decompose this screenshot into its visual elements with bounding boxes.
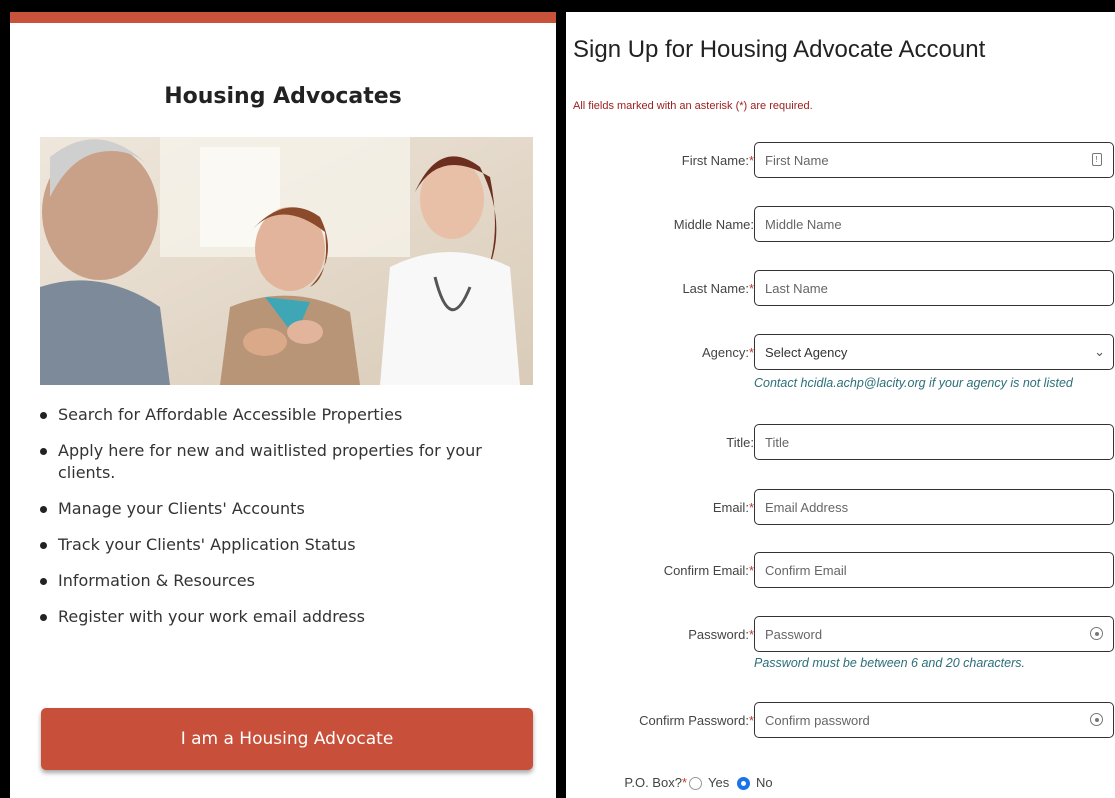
last-name-input[interactable] <box>754 270 1114 306</box>
feature-item: Apply here for new and waitlisted proper… <box>38 440 538 484</box>
confirm-email-row: Confirm Email:* <box>566 552 1115 588</box>
po-box-label: P.O. Box?* <box>624 775 687 790</box>
email-row: Email:* <box>566 489 1115 525</box>
password-reveal-icon[interactable] <box>1090 713 1103 726</box>
po-box-no-radio[interactable] <box>737 777 750 790</box>
first-name-row: First Name:* ! <box>566 142 1115 178</box>
title-row: Title: <box>566 424 1115 460</box>
feature-item: Information & Resources <box>38 570 538 592</box>
feature-item: Manage your Clients' Accounts <box>38 498 538 520</box>
feature-item: Register with your work email address <box>38 606 538 628</box>
required-fields-note: All fields marked with an asterisk (*) a… <box>573 100 813 112</box>
title-input[interactable] <box>754 424 1114 460</box>
signup-form-panel: Sign Up for Housing Advocate Account All… <box>566 12 1115 798</box>
last-name-row: Last Name:* <box>566 270 1115 306</box>
panel-heading: Housing Advocates <box>164 84 402 109</box>
email-label: Email:* <box>712 500 754 515</box>
first-name-input[interactable] <box>754 142 1114 178</box>
advocates-photo <box>40 137 533 385</box>
housing-advocates-panel: Housing Advocates Search for Affordable … <box>10 12 556 798</box>
password-label: Password:* <box>688 627 754 642</box>
confirm-email-input[interactable] <box>754 552 1114 588</box>
password-input[interactable] <box>754 616 1114 652</box>
feature-item: Track your Clients' Application Status <box>38 534 538 556</box>
photo-illustration <box>40 137 533 385</box>
contact-card-icon: ! <box>1090 153 1103 166</box>
email-input[interactable] <box>754 489 1114 525</box>
first-name-label: First Name:* <box>681 153 754 168</box>
confirm-password-label: Confirm Password:* <box>639 713 754 728</box>
agency-selected-value: Select Agency <box>765 344 848 360</box>
confirm-password-input[interactable] <box>754 702 1114 738</box>
password-reveal-icon[interactable] <box>1090 627 1103 640</box>
accent-bar <box>10 12 556 23</box>
confirm-email-label: Confirm Email:* <box>663 563 754 578</box>
feature-item: Search for Affordable Accessible Propert… <box>38 404 538 426</box>
title-label: Title: <box>726 435 754 450</box>
agency-label: Agency:* <box>701 345 754 360</box>
chevron-down-icon: ⌄ <box>1094 344 1105 359</box>
po-box-no-label: No <box>756 775 773 790</box>
po-box-yes-radio[interactable] <box>689 777 702 790</box>
middle-name-label: Middle Name: <box>673 217 754 232</box>
middle-name-row: Middle Name: <box>566 206 1115 242</box>
password-row: Password:* Password must be between 6 an… <box>566 616 1115 670</box>
feature-list: Search for Affordable Accessible Propert… <box>38 404 538 642</box>
confirm-password-row: Confirm Password:* <box>566 702 1115 738</box>
housing-advocate-button[interactable]: I am a Housing Advocate <box>41 708 533 770</box>
middle-name-input[interactable] <box>754 206 1114 242</box>
po-box-yes-label: Yes <box>708 775 730 790</box>
agency-hint: Contact hcidla.achp@lacity.org if your a… <box>754 376 1073 390</box>
po-box-row: P.O. Box?* Yes No <box>566 772 1115 794</box>
last-name-label: Last Name:* <box>682 281 754 296</box>
password-hint: Password must be between 6 and 20 charac… <box>754 656 1025 670</box>
agency-row: Agency:* Select Agency ⌄ Contact hcidla.… <box>566 334 1115 390</box>
agency-select[interactable]: Select Agency ⌄ <box>754 334 1114 370</box>
form-title: Sign Up for Housing Advocate Account <box>573 36 986 63</box>
